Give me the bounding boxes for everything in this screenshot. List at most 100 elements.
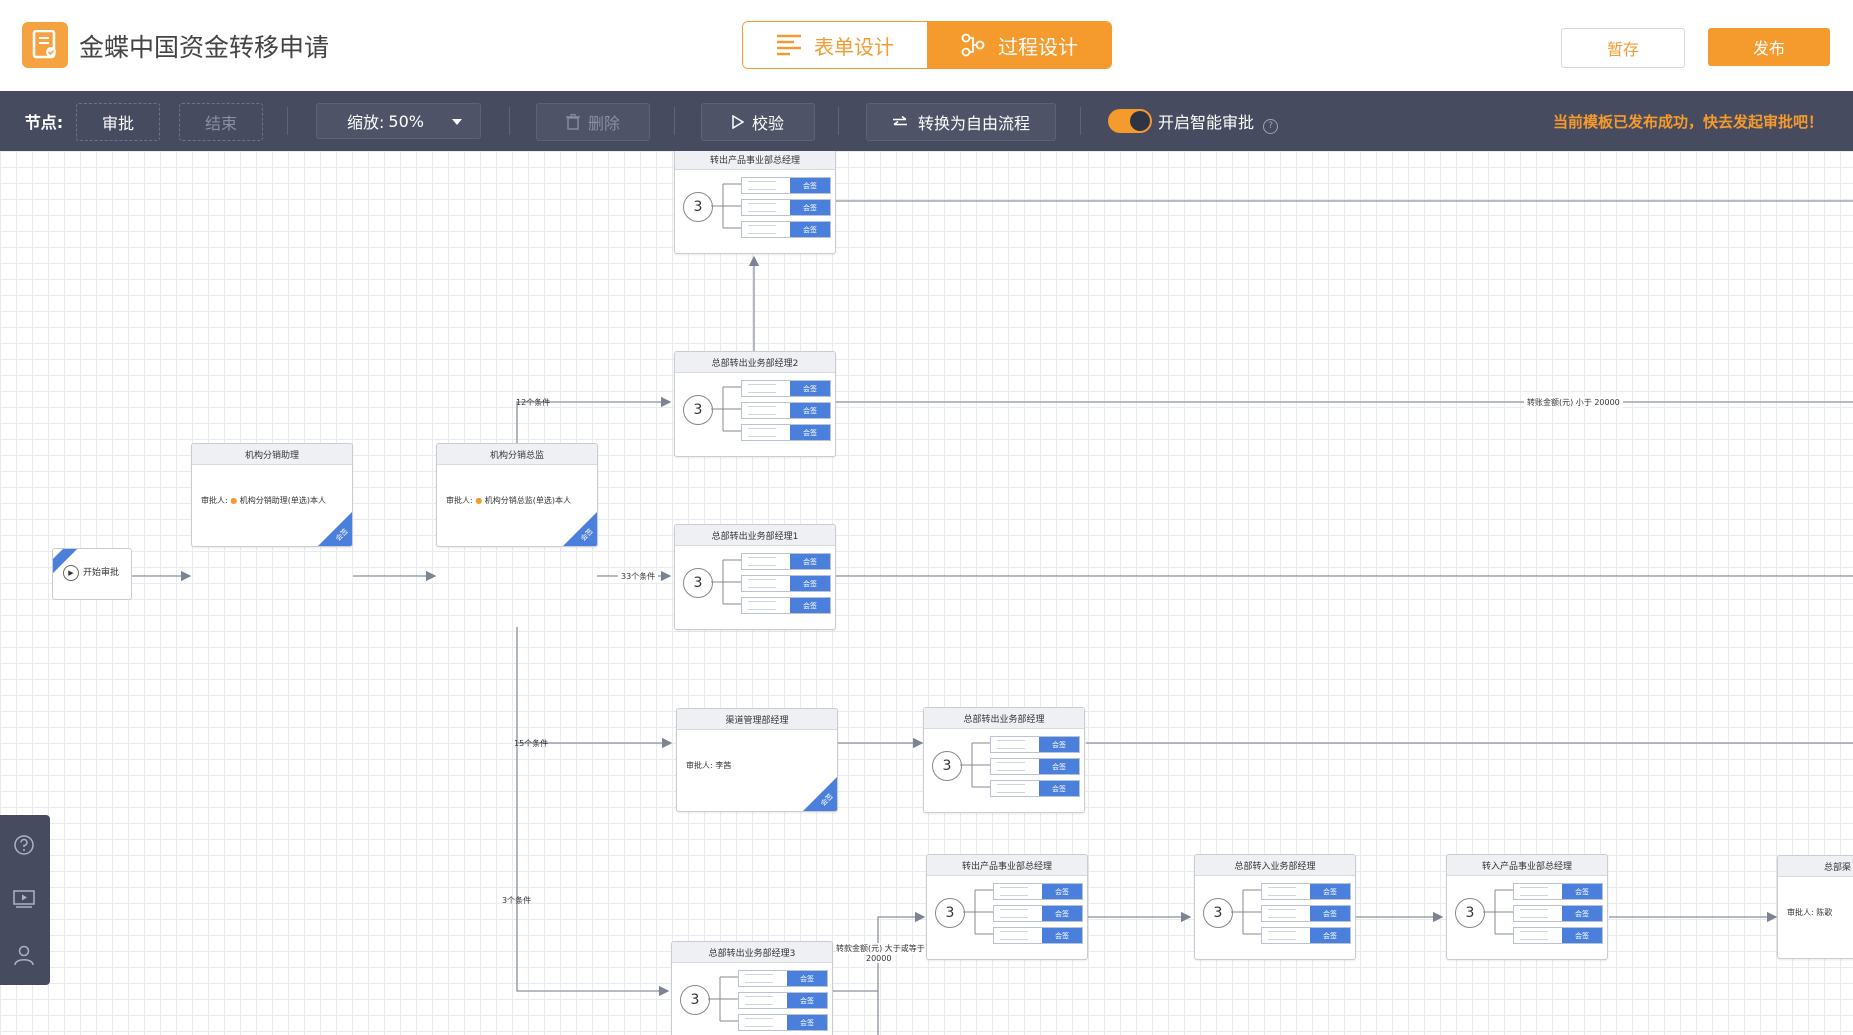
countersign-node[interactable]: 总部转出业务部经理1 3 会签 会签 会签 bbox=[674, 524, 836, 630]
start-node[interactable]: ▶ 开始审批 bbox=[52, 548, 132, 600]
top-header: 金蝶中国资金转移申请 表单设计 过程设计 暂存 发布 bbox=[0, 0, 1853, 92]
condition-label[interactable]: 15个条件 bbox=[514, 738, 548, 749]
convert-free-flow-button[interactable]: 转换为自由流程 bbox=[866, 103, 1056, 141]
smart-approval-toggle[interactable] bbox=[1108, 109, 1152, 133]
toolbar-divider bbox=[287, 107, 288, 135]
countersign-item[interactable]: 会签 bbox=[1261, 905, 1351, 922]
countersign-item[interactable]: 会签 bbox=[990, 758, 1080, 775]
countersign-tag: 会签 bbox=[1039, 759, 1079, 774]
node-title: 转出产品事业部总经理 bbox=[927, 855, 1087, 876]
countersign-item[interactable]: 会签 bbox=[990, 736, 1080, 753]
countersign-tag: 会签 bbox=[790, 425, 830, 440]
countersign-tag: 会签 bbox=[1562, 906, 1602, 921]
node-title: 总部转入业务部经理 bbox=[1195, 855, 1355, 876]
countersign-item[interactable]: 会签 bbox=[993, 927, 1083, 944]
countersign-item[interactable]: 会签 bbox=[741, 402, 831, 419]
add-end-node-button[interactable]: 结束 bbox=[179, 103, 263, 141]
countersign-node[interactable]: 总部转出业务部经理3 3 会签 会签 会签 bbox=[671, 941, 833, 1035]
tab-process-design[interactable]: 过程设计 bbox=[927, 22, 1111, 68]
condition-label[interactable]: 33个条件 bbox=[618, 571, 659, 582]
countersign-tag: 会签 bbox=[1310, 906, 1350, 921]
countersign-tag: 会签 bbox=[790, 381, 830, 396]
countersign-item[interactable]: 会签 bbox=[738, 992, 828, 1009]
countersign-item[interactable]: 会签 bbox=[738, 1014, 828, 1031]
condition-label[interactable]: 20000 bbox=[866, 954, 892, 963]
countersign-node[interactable]: 转出产品事业部总经理 3 会签 会签 会签 bbox=[926, 854, 1088, 960]
countersign-item[interactable]: 会签 bbox=[993, 883, 1083, 900]
user-icon[interactable] bbox=[12, 943, 36, 967]
countersign-item[interactable]: 会签 bbox=[741, 380, 831, 397]
node-approver: 审批人: 陈歌 bbox=[1787, 907, 1832, 918]
convert-label: 转换为自由流程 bbox=[917, 114, 1030, 133]
save-draft-button[interactable]: 暂存 bbox=[1561, 28, 1685, 68]
play-icon bbox=[732, 115, 744, 129]
countersign-node[interactable]: 总部转出业务部经理 3 会签 会签 会签 bbox=[923, 707, 1085, 813]
condition-label[interactable]: 转款金额(元) 大于或等于 bbox=[836, 943, 925, 954]
validate-button[interactable]: 校验 bbox=[701, 103, 815, 141]
approver-node[interactable]: 总部渠 审批人: 陈歌 bbox=[1777, 855, 1853, 959]
zoom-select[interactable]: 缩放: 50% bbox=[316, 103, 481, 139]
countersign-item[interactable]: 会签 bbox=[738, 970, 828, 987]
countersign-item[interactable]: 会签 bbox=[1261, 927, 1351, 944]
countersign-tag: 会签 bbox=[790, 200, 830, 215]
countersign-item[interactable]: 会签 bbox=[741, 177, 831, 194]
countersign-item[interactable]: 会签 bbox=[741, 597, 831, 614]
approver-node[interactable]: 渠道管理部经理 审批人: 李茜 会签 bbox=[676, 708, 838, 812]
condition-label[interactable]: 12个条件 bbox=[516, 397, 550, 408]
tab-form-design[interactable]: 表单设计 bbox=[743, 22, 927, 68]
approver-node[interactable]: 机构分销助理 审批人: ● 机构分销助理(单选)本人 会签 bbox=[191, 443, 353, 547]
countersign-item[interactable]: 会签 bbox=[741, 199, 831, 216]
countersign-item[interactable]: 会签 bbox=[741, 424, 831, 441]
validate-label: 校验 bbox=[751, 114, 784, 133]
countersign-item[interactable]: 会签 bbox=[741, 575, 831, 592]
countersign-node[interactable]: 转入产品事业部总经理 3 会签 会签 会签 bbox=[1446, 854, 1608, 960]
countersign-tag: 会签 bbox=[1562, 884, 1602, 899]
countersign-node[interactable]: 总部转出业务部经理2 3 会签 会签 会签 bbox=[674, 351, 836, 457]
countersign-item[interactable]: 会签 bbox=[1513, 927, 1603, 944]
connector bbox=[516, 743, 670, 997]
countersign-item[interactable]: 会签 bbox=[741, 221, 831, 238]
help-icon[interactable]: ? bbox=[1263, 119, 1279, 134]
add-approve-node-button[interactable]: 审批 bbox=[76, 103, 160, 141]
approver-prefix: 审批人: bbox=[1787, 908, 1814, 917]
delete-button[interactable]: 删除 bbox=[536, 103, 650, 141]
toggle-knob bbox=[1130, 111, 1150, 131]
caret-down-icon bbox=[452, 119, 462, 125]
help-icon[interactable] bbox=[12, 833, 36, 857]
countersign-item[interactable]: 会签 bbox=[1261, 883, 1351, 900]
countersign-tag: 会签 bbox=[1562, 928, 1602, 943]
zoom-value: 50% bbox=[388, 111, 424, 131]
approver-count: 3 bbox=[1203, 898, 1233, 928]
countersign-item[interactable]: 会签 bbox=[990, 780, 1080, 797]
flow-canvas[interactable]: 12个条件 33个条件 15个条件 3个条件 转账金额(元) 小于 20000 … bbox=[0, 151, 1853, 1035]
node-title: 总部转出业务部经理3 bbox=[672, 942, 832, 963]
publish-button[interactable]: 发布 bbox=[1708, 28, 1830, 66]
countersign-tag: 会签 bbox=[787, 971, 827, 986]
condition-label[interactable]: 转账金额(元) 小于 20000 bbox=[1524, 397, 1623, 408]
video-icon[interactable] bbox=[12, 887, 36, 911]
publish-notice: 当前模板已发布成功，快去发起审批吧！ bbox=[1552, 113, 1823, 131]
approver-count: 3 bbox=[683, 395, 713, 425]
countersign-tag: 会签 bbox=[1310, 884, 1350, 899]
trash-icon bbox=[565, 114, 580, 130]
branch-lines bbox=[960, 742, 990, 788]
countersign-item[interactable]: 会签 bbox=[1513, 883, 1603, 900]
form-lines-icon bbox=[777, 34, 801, 56]
countersign-item[interactable]: 会签 bbox=[993, 905, 1083, 922]
condition-label[interactable]: 3个条件 bbox=[502, 895, 531, 906]
connector bbox=[516, 627, 673, 749]
toolbar-divider bbox=[674, 107, 675, 135]
node-approver: 审批人: ● 机构分销助理(单选)本人 bbox=[201, 495, 326, 506]
countersign-item[interactable]: 会签 bbox=[741, 553, 831, 570]
zoom-label: 缩放: bbox=[347, 113, 385, 132]
countersign-item[interactable]: 会签 bbox=[1513, 905, 1603, 922]
flow-toolbar: 节点: 审批 结束 缩放: 50% 删除 校验 转换为自由流程 开启智能审批 ?… bbox=[0, 91, 1853, 151]
approver-count: 3 bbox=[680, 985, 710, 1015]
side-tools-panel bbox=[0, 815, 50, 985]
node-approver: 审批人: 李茜 bbox=[686, 760, 731, 771]
approver-node[interactable]: 机构分销总监 审批人: ● 机构分销总监(单选)本人 会签 bbox=[436, 443, 598, 547]
countersign-node[interactable]: 转出产品事业部总经理 3 会签 会签 会签 bbox=[674, 151, 836, 254]
countersign-node[interactable]: 总部转入业务部经理 3 会签 会签 会签 bbox=[1194, 854, 1356, 960]
countersign-tag: 会签 bbox=[790, 554, 830, 569]
user-icon: ● bbox=[475, 496, 483, 505]
